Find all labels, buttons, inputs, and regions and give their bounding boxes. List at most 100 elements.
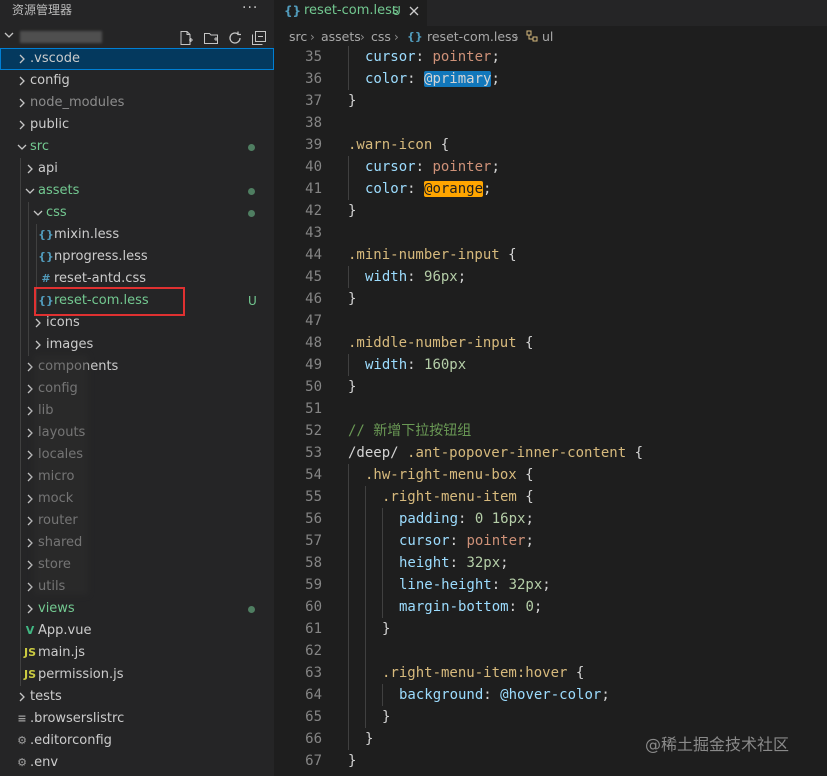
new-folder-icon[interactable] bbox=[203, 30, 219, 46]
folder-node-modules[interactable]: node_modules bbox=[0, 92, 274, 114]
chevron-down-icon[interactable] bbox=[16, 141, 28, 153]
code-line[interactable]: 42} bbox=[274, 200, 827, 222]
folder-utils[interactable]: utils bbox=[0, 576, 274, 598]
chevron-right-icon[interactable] bbox=[24, 493, 36, 505]
folder-vscode[interactable]: .vscode bbox=[0, 48, 274, 70]
folder-router[interactable]: router bbox=[0, 510, 274, 532]
folder-shared[interactable]: shared bbox=[0, 532, 274, 554]
code-line[interactable]: 44 .mini-number-input { bbox=[274, 244, 827, 266]
file-env[interactable]: ⚙ .env bbox=[0, 752, 274, 774]
folder-tests[interactable]: tests bbox=[0, 686, 274, 708]
folder-src[interactable]: src bbox=[0, 136, 274, 158]
code-line[interactable]: 45 width: 96px; bbox=[274, 266, 827, 288]
file-browserslistrc[interactable]: ≡ .browserslistrc bbox=[0, 708, 274, 730]
code-line[interactable]: 61} bbox=[274, 618, 827, 640]
chevron-right-icon[interactable] bbox=[24, 471, 36, 483]
code-line[interactable]: 54 .hw-right-menu-box { bbox=[274, 464, 827, 486]
file-nprogress-less[interactable]: {} nprogress.less bbox=[0, 246, 274, 268]
folder-css[interactable]: css bbox=[0, 202, 274, 224]
code-line[interactable]: 53/deep/ .ant-popover-inner-content { bbox=[274, 442, 827, 464]
code-line[interactable]: 62 bbox=[274, 640, 827, 662]
code-line[interactable]: 40 cursor: pointer; bbox=[274, 156, 827, 178]
chevron-right-icon[interactable] bbox=[16, 97, 28, 109]
folder-images[interactable]: images bbox=[0, 334, 274, 356]
code-line[interactable]: 58 height: 32px; bbox=[274, 552, 827, 574]
file-permission-js[interactable]: JS permission.js bbox=[0, 664, 274, 686]
code-line[interactable]: 48 .middle-number-input { bbox=[274, 332, 827, 354]
folder-mock[interactable]: mock bbox=[0, 488, 274, 510]
code-line[interactable]: 52 // 新增下拉按钮组 bbox=[274, 420, 827, 442]
code-line[interactable]: 43 bbox=[274, 222, 827, 244]
code-line[interactable]: 51 bbox=[274, 398, 827, 420]
chevron-right-icon[interactable] bbox=[24, 427, 36, 439]
chevron-right-icon[interactable] bbox=[16, 119, 28, 131]
chevron-right-icon[interactable] bbox=[24, 537, 36, 549]
chevron-right-icon[interactable] bbox=[24, 581, 36, 593]
code-line[interactable]: 35 cursor: pointer; bbox=[274, 46, 827, 68]
folder-config[interactable]: config bbox=[0, 70, 274, 92]
breadcrumb-src[interactable]: src bbox=[289, 26, 307, 48]
new-file-icon[interactable] bbox=[178, 30, 194, 46]
chevron-right-icon[interactable] bbox=[24, 361, 36, 373]
code-line[interactable]: 65} bbox=[274, 706, 827, 728]
file-mixin-less[interactable]: {} mixin.less bbox=[0, 224, 274, 246]
chevron-right-icon[interactable] bbox=[16, 75, 28, 87]
collapse-all-icon[interactable] bbox=[251, 30, 267, 46]
folder-api[interactable]: api bbox=[0, 158, 274, 180]
chevron-down-icon[interactable] bbox=[24, 185, 36, 197]
file-app-vue[interactable]: V App.vue bbox=[0, 620, 274, 642]
folder-config[interactable]: config bbox=[0, 378, 274, 400]
chevron-down-icon[interactable] bbox=[32, 207, 44, 219]
code-line[interactable]: 50} bbox=[274, 376, 827, 398]
code-line[interactable]: 36 color: @primary; bbox=[274, 68, 827, 90]
folder-icons[interactable]: icons bbox=[0, 312, 274, 334]
code-line[interactable]: 56 padding: 0 16px; bbox=[274, 508, 827, 530]
chevron-right-icon[interactable] bbox=[16, 691, 28, 703]
chevron-right-icon[interactable] bbox=[16, 53, 28, 65]
file-main-js[interactable]: JS main.js bbox=[0, 642, 274, 664]
breadcrumb-symbol[interactable]: ul bbox=[542, 26, 553, 48]
code-line[interactable]: 46} bbox=[274, 288, 827, 310]
more-actions-icon[interactable]: ··· bbox=[242, 0, 258, 20]
breadcrumb-file[interactable]: reset-com.less bbox=[427, 26, 518, 48]
folder-micro[interactable]: micro bbox=[0, 466, 274, 488]
close-icon[interactable] bbox=[408, 5, 420, 17]
code-line[interactable]: 47 bbox=[274, 310, 827, 332]
tab-reset-com-less[interactable]: {} reset-com.less U bbox=[274, 0, 427, 26]
chevron-right-icon[interactable] bbox=[24, 559, 36, 571]
chevron-right-icon[interactable] bbox=[24, 405, 36, 417]
file-reset-com-less[interactable]: {} reset-com.less U bbox=[0, 290, 274, 312]
folder-public[interactable]: public bbox=[0, 114, 274, 136]
code-line[interactable]: 63 .right-menu-item:hover { bbox=[274, 662, 827, 684]
chevron-right-icon[interactable] bbox=[24, 603, 36, 615]
refresh-icon[interactable] bbox=[227, 30, 243, 46]
code-line[interactable]: 59 line-height: 32px; bbox=[274, 574, 827, 596]
chevron-right-icon[interactable] bbox=[24, 383, 36, 395]
chevron-right-icon[interactable] bbox=[24, 449, 36, 461]
breadcrumb-css[interactable]: css bbox=[371, 26, 391, 48]
code-line[interactable]: 38 bbox=[274, 112, 827, 134]
code-line[interactable]: 60 margin-bottom: 0; bbox=[274, 596, 827, 618]
chevron-right-icon[interactable] bbox=[32, 317, 44, 329]
chevron-right-icon[interactable] bbox=[24, 163, 36, 175]
chevron-right-icon[interactable] bbox=[24, 515, 36, 527]
code-line[interactable]: 41 color: @orange; bbox=[274, 178, 827, 200]
code-line[interactable]: 55 .right-menu-item { bbox=[274, 486, 827, 508]
code-editor[interactable]: 35 cursor: pointer; 36 color: @primary; 37} 3… bbox=[274, 46, 827, 772]
folder-layouts[interactable]: layouts bbox=[0, 422, 274, 444]
folder-views[interactable]: views bbox=[0, 598, 274, 620]
code-line[interactable]: 39 .warn-icon { bbox=[274, 134, 827, 156]
chevron-right-icon[interactable] bbox=[32, 339, 44, 351]
code-line[interactable]: 37} bbox=[274, 90, 827, 112]
folder-assets[interactable]: assets bbox=[0, 180, 274, 202]
code-line[interactable]: 57 cursor: pointer; bbox=[274, 530, 827, 552]
file-reset-antd-css[interactable]: # reset-antd.css bbox=[0, 268, 274, 290]
breadcrumb-assets[interactable]: assets bbox=[321, 26, 361, 48]
code-line[interactable]: 64 background: @hover-color; bbox=[274, 684, 827, 706]
folder-lib[interactable]: lib bbox=[0, 400, 274, 422]
folder-components[interactable]: components bbox=[0, 356, 274, 378]
folder-store[interactable]: store bbox=[0, 554, 274, 576]
folder-locales[interactable]: locales bbox=[0, 444, 274, 466]
code-line[interactable]: 49 width: 160px bbox=[274, 354, 827, 376]
file-editorconfig[interactable]: ⚙ .editorconfig bbox=[0, 730, 274, 752]
